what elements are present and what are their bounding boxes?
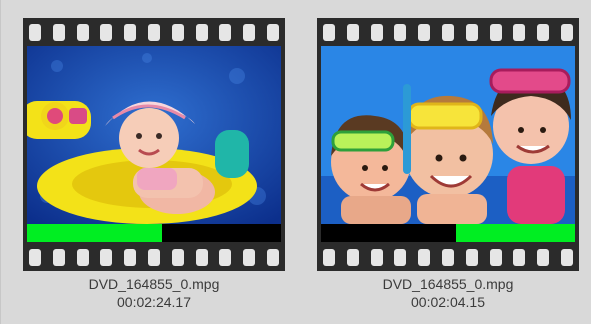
clip-progress-bar xyxy=(27,224,281,242)
clip-progress-bar xyxy=(321,224,575,242)
film-sprocket-holes-bottom xyxy=(23,243,285,271)
media-clip-2[interactable]: DVD_164855_0.mpg 00:02:04.15 xyxy=(317,18,579,311)
clip-caption: DVD_164855_0.mpg 00:02:04.15 xyxy=(317,275,579,311)
filmstrip-frame xyxy=(317,18,579,271)
clip-filename: DVD_164855_0.mpg xyxy=(382,276,514,292)
clip-thumbnail-kids xyxy=(321,46,575,224)
clip-duration: 00:02:24.17 xyxy=(117,294,191,310)
film-sprocket-holes-top xyxy=(317,18,579,46)
clip-progress-fill xyxy=(456,224,575,242)
clip-duration: 00:02:04.15 xyxy=(411,294,485,310)
clip-thumbnail-baby xyxy=(27,46,281,224)
filmstrip-frame xyxy=(23,18,285,271)
media-clip-panel: DVD_164855_0.mpg 00:02:24.17 DVD_164855_… xyxy=(0,0,591,324)
film-sprocket-holes-top xyxy=(23,18,285,46)
film-sprocket-holes-bottom xyxy=(317,243,579,271)
clip-caption: DVD_164855_0.mpg 00:02:24.17 xyxy=(23,275,285,311)
clip-progress-fill xyxy=(27,224,162,242)
media-clip-1[interactable]: DVD_164855_0.mpg 00:02:24.17 xyxy=(23,18,285,311)
clip-filename: DVD_164855_0.mpg xyxy=(88,276,220,292)
